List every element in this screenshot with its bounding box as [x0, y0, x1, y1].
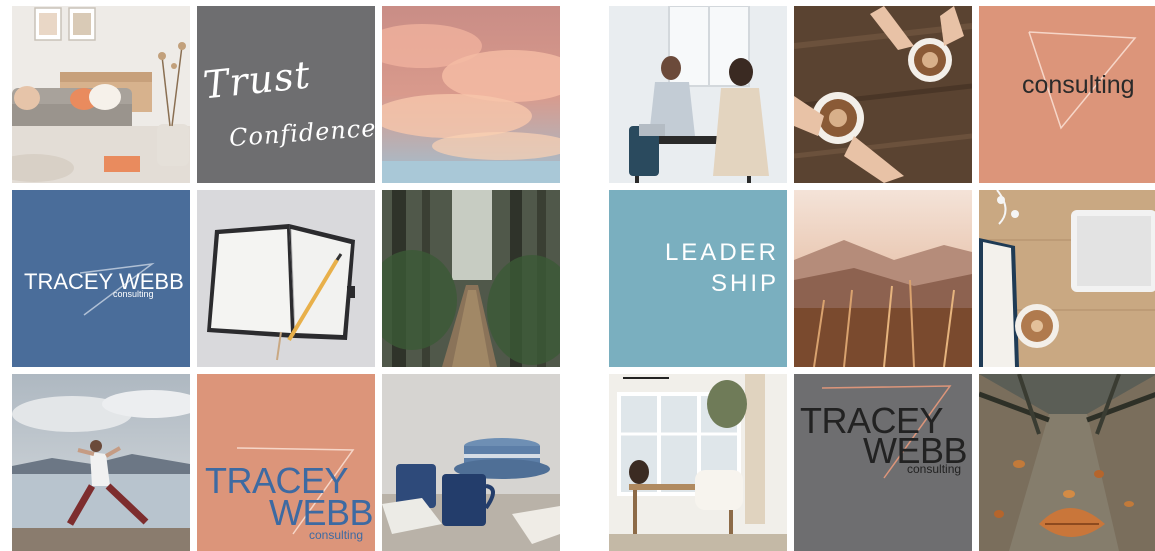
office-meeting-photo [609, 6, 787, 183]
right-moodboard: consulting LEADER SHIP TRACEY WEBB consu… [609, 6, 1155, 551]
brand-subtitle: consulting [907, 462, 962, 476]
brand-name: TRACEY WEBB [24, 269, 184, 294]
brand-tile-gray: TRACEY WEBB consulting [794, 374, 972, 551]
trust-text: Trust [200, 52, 313, 108]
ship-text: SHIP [710, 270, 779, 297]
forest-boardwalk-photo [382, 190, 560, 367]
brand-tile-peach: TRACEY WEBB consulting [197, 374, 375, 551]
left-moodboard: Trust Confidence TRACEY WEBB consulting … [12, 6, 560, 551]
mountain-sunset-photo [794, 190, 972, 367]
autumn-bridge-photo [979, 374, 1155, 551]
leadership-tile: LEADER SHIP [609, 190, 787, 367]
sunset-clouds-photo [382, 6, 560, 183]
blue-mugs-photo [382, 374, 560, 551]
confidence-text: Confidence [228, 113, 375, 153]
brand-subtitle: consulting [113, 289, 154, 299]
trust-confidence-tile: Trust Confidence [197, 6, 375, 183]
yoga-beach-photo [12, 374, 190, 551]
brand-subtitle: consulting [309, 528, 364, 542]
leader-text: LEADER [664, 239, 779, 266]
brand-tile-blue: TRACEY WEBB consulting [12, 190, 190, 367]
dining-room-photo [609, 374, 787, 551]
desk-keyboard-photo [979, 190, 1155, 367]
consulting-text: consulting [1022, 71, 1135, 99]
coffee-hands-photo [794, 6, 972, 183]
notebook-photo [197, 190, 375, 367]
consulting-tile: consulting [979, 6, 1155, 183]
living-room-photo [12, 6, 190, 183]
